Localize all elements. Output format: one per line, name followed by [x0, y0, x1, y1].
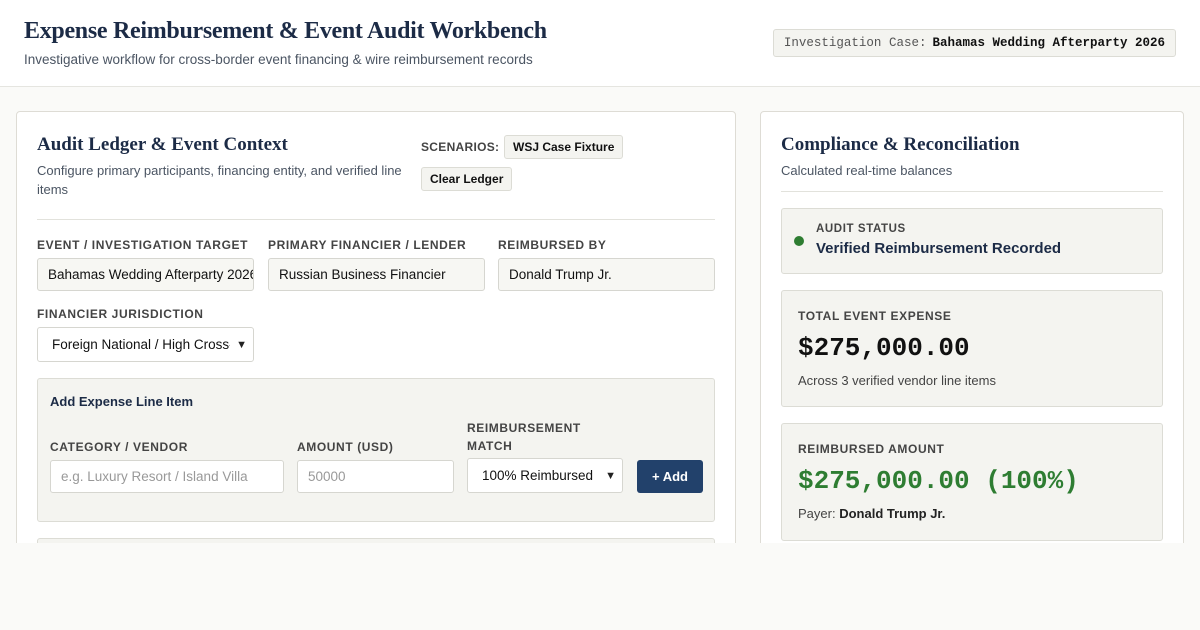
- scenarios-label: SCENARIOS:: [421, 140, 500, 154]
- category-input[interactable]: e.g. Luxury Resort / Island Villa: [50, 460, 284, 493]
- chevron-down-icon: ▼: [236, 338, 247, 351]
- expense-list-box: [37, 538, 715, 543]
- compliance-title: Compliance & Reconciliation: [781, 134, 1020, 155]
- reimbursed-label: REIMBURSED AMOUNT: [798, 442, 945, 456]
- status-dot-icon: [794, 236, 804, 246]
- add-expense-box: Add Expense Line Item Category / Vendor …: [37, 378, 715, 522]
- app-header: Expense Reimbursement & Event Audit Work…: [0, 0, 1200, 87]
- total-note: Across 3 verified vendor line items: [798, 373, 996, 388]
- reimbursed-by-label: Reimbursed By: [498, 238, 607, 252]
- add-line-item-button[interactable]: + Add: [637, 460, 703, 493]
- total-label: TOTAL EVENT EXPENSE: [798, 309, 952, 323]
- app-subtitle: Investigative workflow for cross-border …: [24, 52, 533, 67]
- financier-label: Primary Financier / Lender: [268, 238, 467, 252]
- divider: [781, 191, 1163, 192]
- compliance-description: Calculated real-time balances: [781, 163, 953, 178]
- status-value: Verified Reimbursement Recorded: [816, 240, 1062, 257]
- jurisdiction-value: Foreign National / High Cross-Border Ris…: [52, 337, 230, 352]
- reimbursed-amount: $275,000.00 (100%): [798, 466, 1079, 496]
- match-value: 100% Reimbursed: [482, 468, 594, 483]
- payer-note: Payer: Donald Trump Jr.: [798, 506, 945, 521]
- financier-input[interactable]: Russian Business Financier: [268, 258, 485, 291]
- wsj-case-fixture-button[interactable]: WSJ Case Fixture: [504, 135, 624, 159]
- audit-ledger-panel: Audit Ledger & Event Context Configure p…: [16, 111, 736, 543]
- chevron-down-icon: ▼: [605, 469, 616, 482]
- case-label: Investigation Case:: [783, 36, 927, 50]
- jurisdiction-label: Financier Jurisdiction: [37, 307, 204, 321]
- payer-value: Donald Trump Jr.: [839, 506, 946, 521]
- payer-label: Payer:: [798, 506, 836, 521]
- jurisdiction-select[interactable]: Foreign National / High Cross-Border Ris…: [37, 327, 254, 362]
- target-label: Event / Investigation Target: [37, 238, 249, 252]
- category-label: Category / Vendor: [50, 440, 188, 454]
- app-title: Expense Reimbursement & Event Audit Work…: [24, 18, 547, 44]
- reimbursed-amount-card: REIMBURSED AMOUNT $275,000.00 (100%) Pay…: [781, 423, 1163, 541]
- status-label: AUDIT STATUS: [816, 223, 906, 235]
- ledger-description: Configure primary participants, financin…: [37, 163, 402, 197]
- compliance-panel: Compliance & Reconciliation Calculated r…: [760, 111, 1184, 543]
- total-expense-card: TOTAL EVENT EXPENSE $275,000.00 Across 3…: [781, 290, 1163, 407]
- add-expense-title: Add Expense Line Item: [50, 394, 194, 409]
- divider: [37, 219, 715, 220]
- main-content[interactable]: Audit Ledger & Event Context Configure p…: [0, 87, 1200, 543]
- amount-label: Amount (USD): [297, 440, 394, 454]
- ledger-title: Audit Ledger & Event Context: [37, 134, 288, 155]
- match-label: Reimbursement Match: [467, 421, 581, 453]
- match-select[interactable]: 100% Reimbursed ▼: [467, 458, 623, 493]
- amount-input[interactable]: 50000: [297, 460, 454, 493]
- investigation-case-badge: Investigation Case: Bahamas Wedding Afte…: [772, 29, 1176, 57]
- reimbursed-by-input[interactable]: Donald Trump Jr.: [498, 258, 715, 291]
- total-amount: $275,000.00: [798, 333, 970, 363]
- audit-status-card: AUDIT STATUS Verified Reimbursement Reco…: [781, 208, 1163, 274]
- clear-ledger-button[interactable]: Clear Ledger: [421, 167, 513, 191]
- target-input[interactable]: Bahamas Wedding Afterparty 2026: [37, 258, 254, 291]
- case-value: Bahamas Wedding Afterparty 2026: [932, 36, 1165, 50]
